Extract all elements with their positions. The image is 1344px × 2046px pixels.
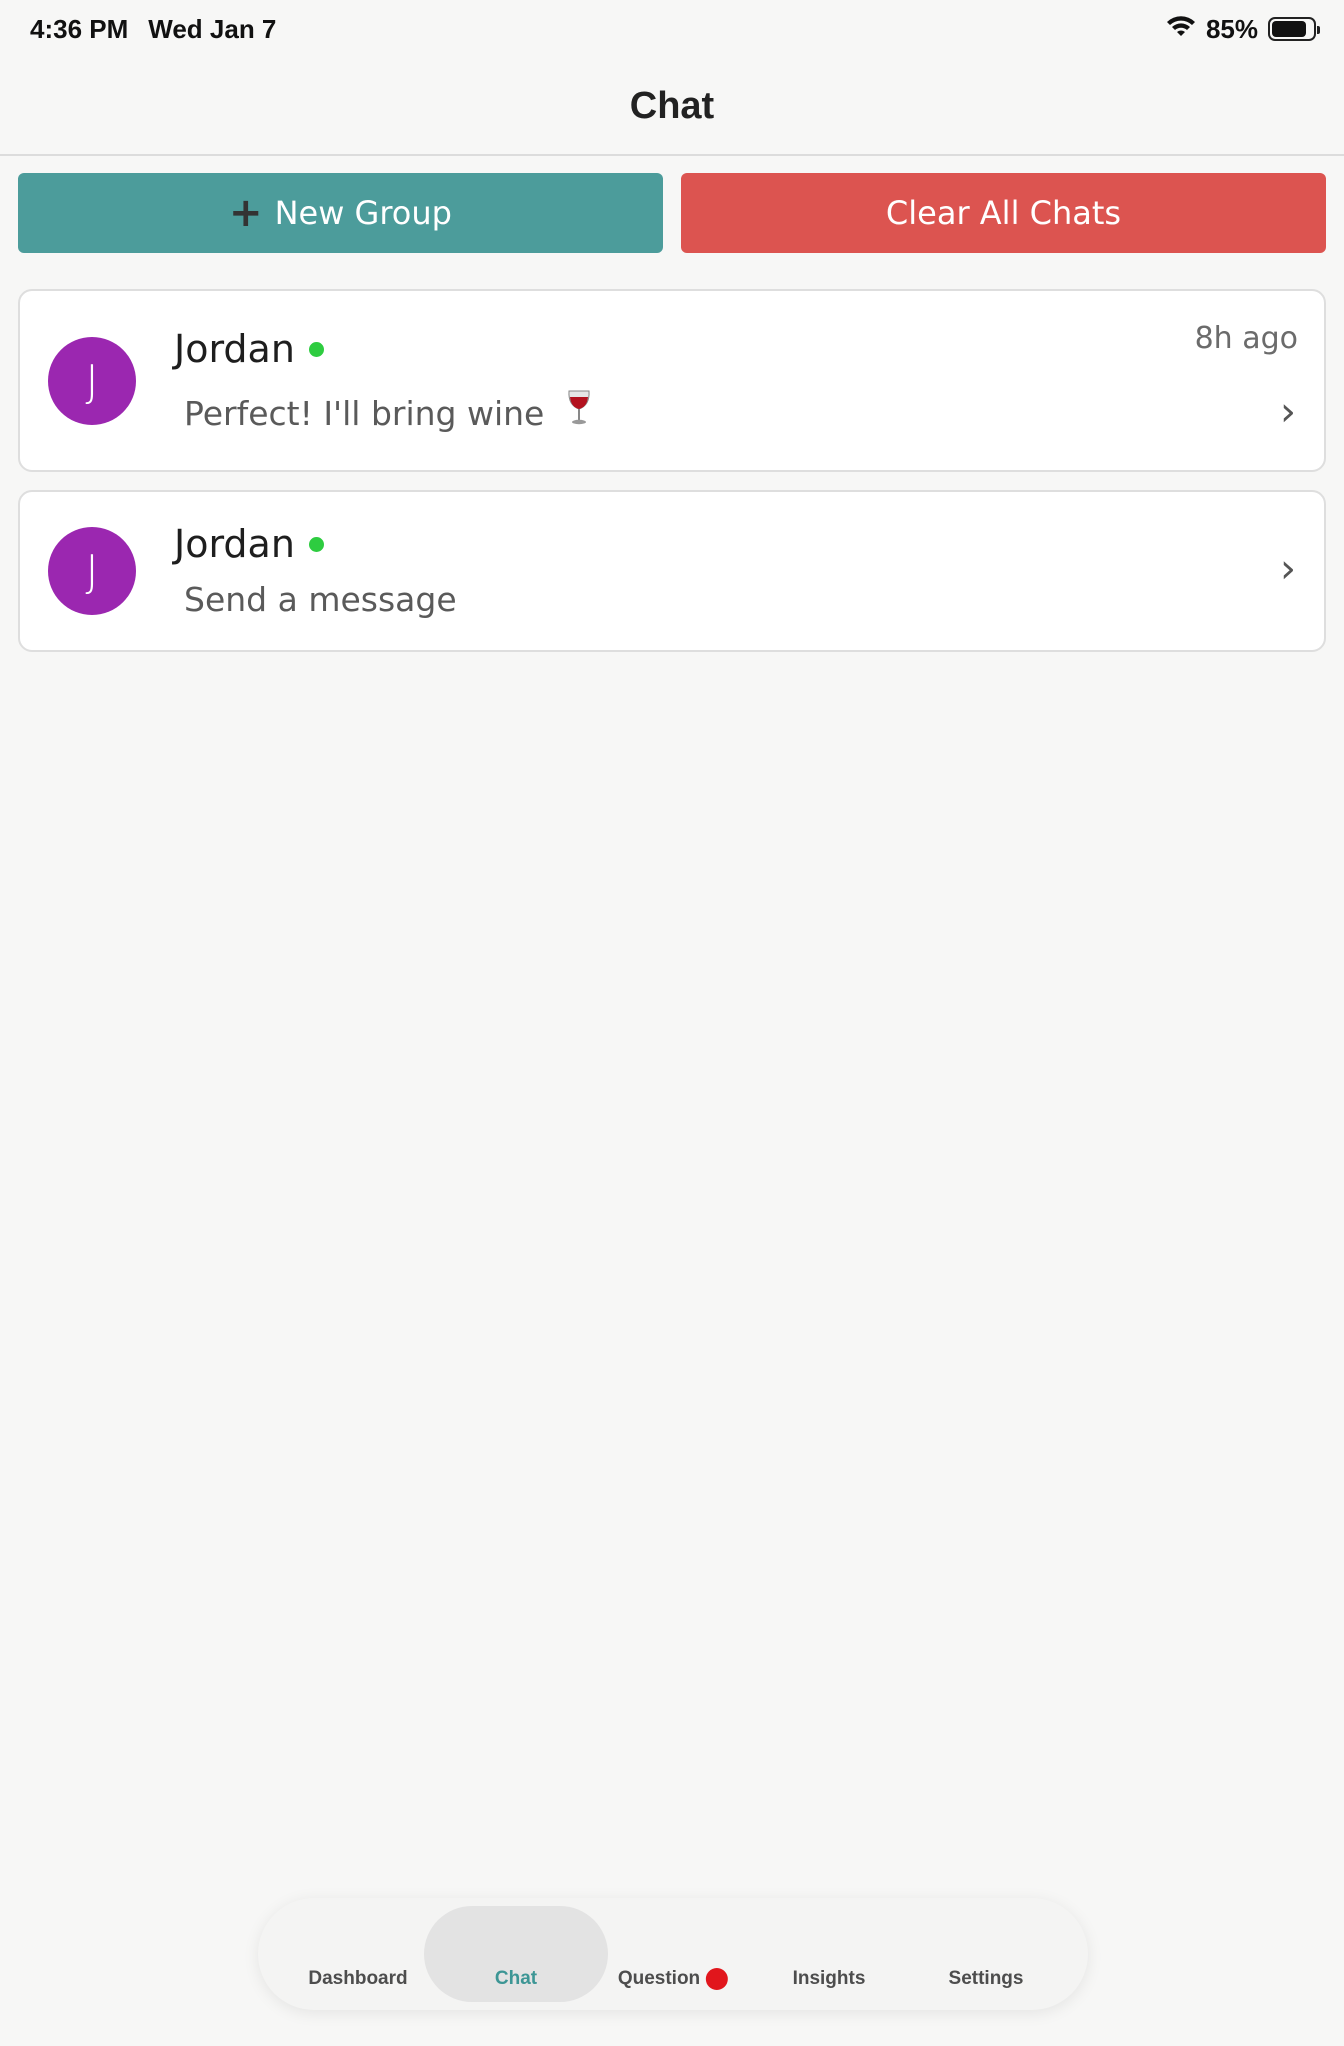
tab-settings-label: Settings: [948, 1968, 1024, 1989]
chat-list-item[interactable]: J Jordan Perfect! I'll bring wine 8h ago…: [18, 289, 1326, 472]
chevron-right-icon: ›: [1280, 389, 1296, 435]
battery-fill: [1272, 21, 1306, 37]
online-status-dot: [308, 341, 324, 357]
chat-name: Jordan: [174, 522, 295, 566]
tab-settings[interactable]: Settings: [949, 1968, 1024, 1990]
battery-icon: [1268, 17, 1320, 41]
chat-list: J Jordan Perfect! I'll bring wine 8h ago…: [18, 289, 1326, 670]
tab-question-label: Question: [617, 1968, 701, 1989]
chat-preview-text: Perfect! I'll bring wine: [184, 394, 545, 433]
online-status-dot: [308, 536, 324, 552]
nav-bar: Chat: [0, 58, 1344, 156]
notification-badge-dot: [706, 1968, 729, 1990]
clear-all-chats-label: Clear All Chats: [885, 194, 1122, 232]
chevron-right-icon: ›: [1280, 546, 1296, 592]
wifi-icon: [1166, 14, 1196, 45]
avatar: J: [48, 337, 136, 425]
bottom-tab-bar: Dashboard Chat Question Insights Setting…: [258, 1898, 1088, 2010]
chat-list-item[interactable]: J Jordan Send a message ›: [18, 490, 1326, 652]
status-date: Wed Jan 7: [148, 13, 277, 44]
battery-percent: 85%: [1205, 13, 1258, 44]
page-title: Chat: [629, 84, 715, 127]
status-bar: 4:36 PM Wed Jan 7 85%: [0, 0, 1344, 58]
chat-preview-text: Send a message: [184, 580, 457, 619]
wine-glass-icon: [565, 389, 593, 433]
new-group-label: New Group: [274, 194, 452, 232]
tab-dashboard[interactable]: Dashboard: [308, 1968, 407, 1990]
tab-dashboard-label: Dashboard: [308, 1968, 408, 1989]
chat-preview: Send a message: [184, 580, 457, 619]
new-group-button[interactable]: + New Group: [18, 173, 663, 253]
chat-name-row: Jordan: [174, 522, 324, 566]
chat-name-row: Jordan: [174, 327, 324, 371]
chat-name: Jordan: [174, 327, 295, 371]
tab-chat[interactable]: Chat: [495, 1968, 537, 1990]
tab-question[interactable]: Question: [617, 1968, 729, 1990]
chat-preview: Perfect! I'll bring wine: [184, 389, 593, 433]
status-time: 4:36 PM: [30, 13, 129, 44]
action-buttons: + New Group Clear All Chats: [18, 173, 1326, 253]
avatar: J: [48, 527, 136, 615]
plus-icon: +: [229, 190, 263, 236]
tab-chat-label: Chat: [494, 1968, 538, 1989]
chat-timestamp: 8h ago: [1194, 321, 1298, 356]
tab-insights[interactable]: Insights: [793, 1968, 866, 1990]
clear-all-chats-button[interactable]: Clear All Chats: [681, 173, 1326, 253]
tab-insights-label: Insights: [792, 1968, 866, 1989]
